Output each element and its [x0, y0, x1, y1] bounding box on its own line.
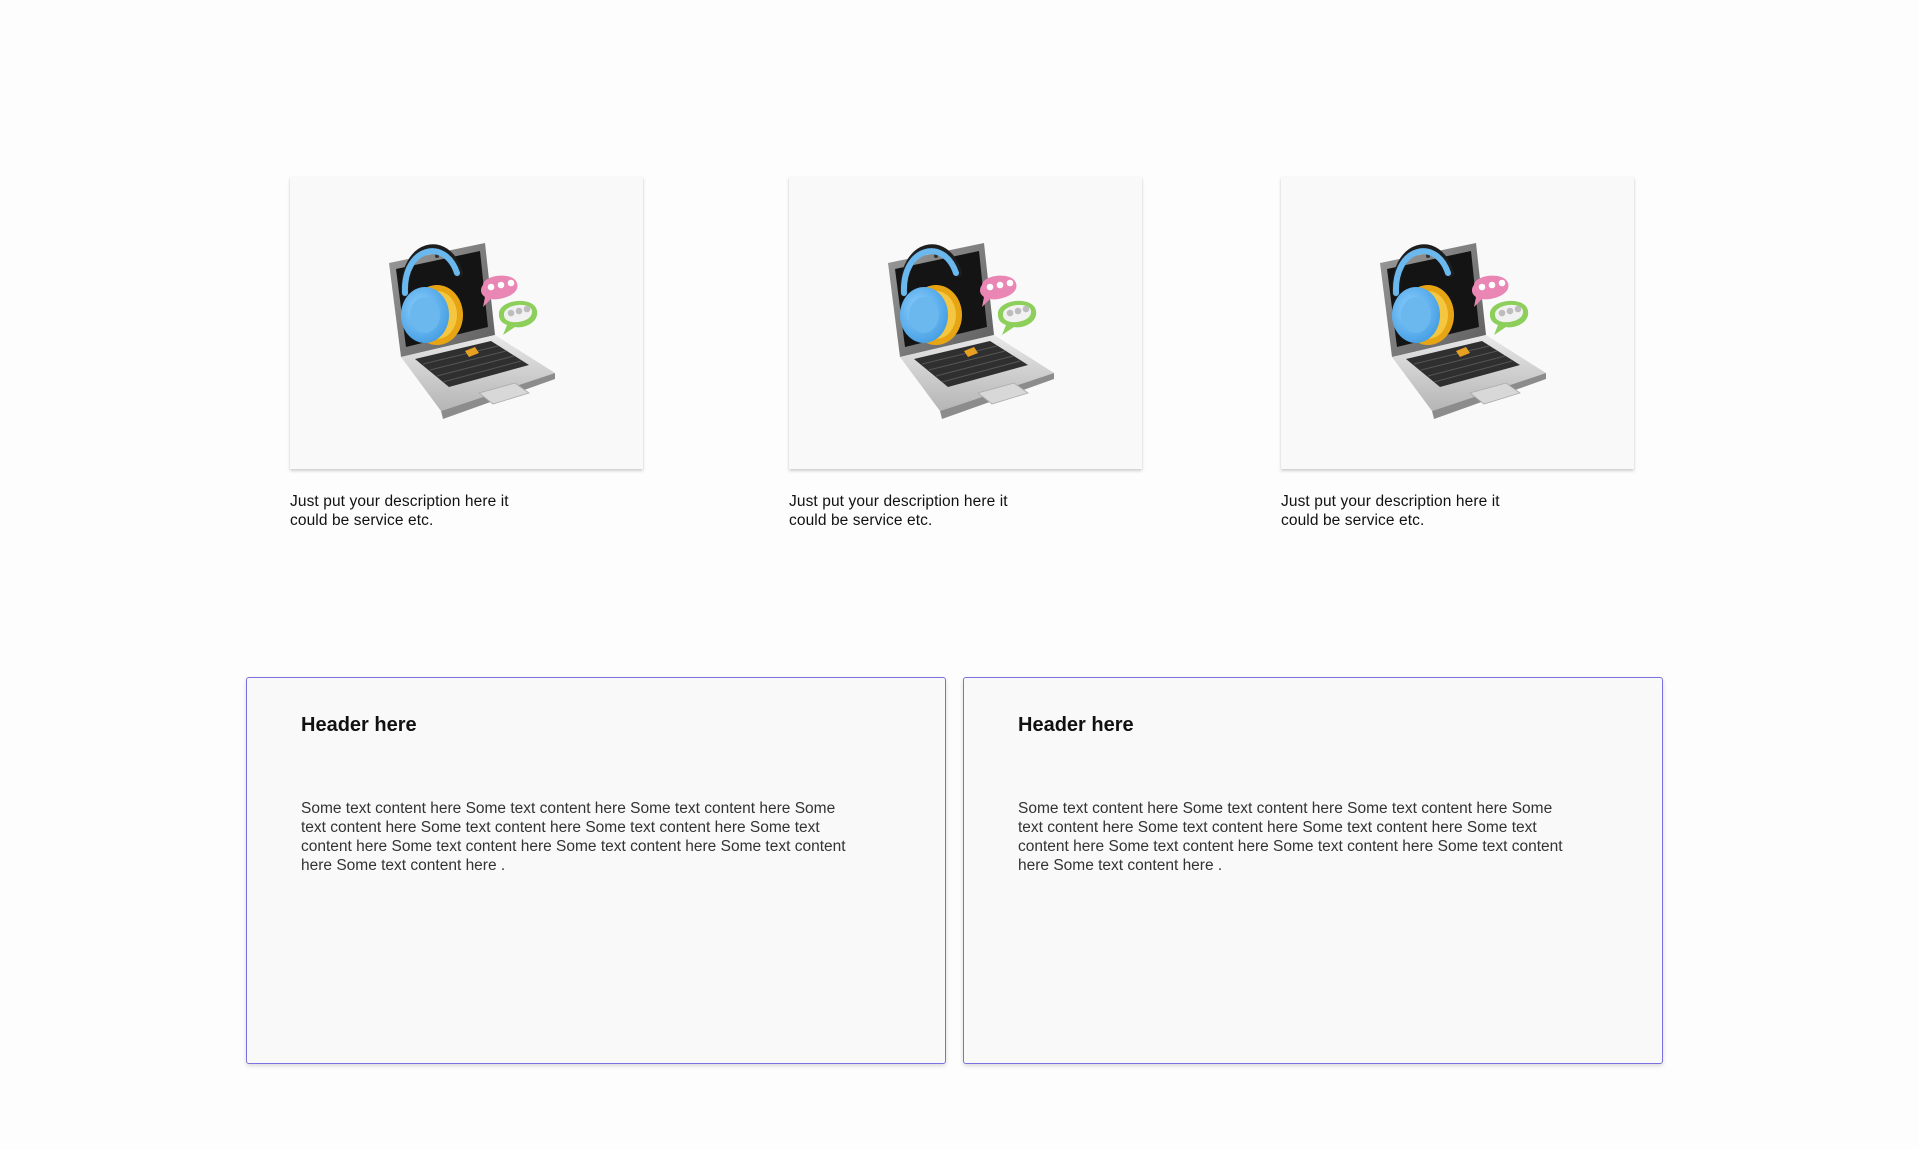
service-item[interactable]: Just put your description here it could … [1281, 177, 1634, 546]
service-item[interactable]: Just put your description here it could … [290, 177, 643, 546]
laptop-support-icon [367, 223, 567, 423]
service-description: Just put your description here it could … [1281, 493, 1500, 529]
service-item[interactable]: Just put your description here it could … [789, 177, 1142, 546]
laptop-support-icon [866, 223, 1066, 423]
service-description: Just put your description here it could … [290, 493, 509, 529]
card-header: Header here [301, 714, 417, 736]
card-header: Header here [1018, 714, 1134, 736]
card-body-text: Some text content here Some text content… [1018, 800, 1563, 874]
content-card: Header here Some text content here Some … [246, 677, 946, 1064]
service-thumbnail[interactable] [1281, 177, 1634, 469]
page: Just put your description here it could … [0, 0, 1919, 1149]
service-thumbnail[interactable] [290, 177, 643, 469]
laptop-support-icon [1358, 223, 1558, 423]
content-card: Header here Some text content here Some … [963, 677, 1663, 1064]
card-body-text: Some text content here Some text content… [301, 800, 846, 874]
service-description: Just put your description here it could … [789, 493, 1008, 529]
service-thumbnail[interactable] [789, 177, 1142, 469]
